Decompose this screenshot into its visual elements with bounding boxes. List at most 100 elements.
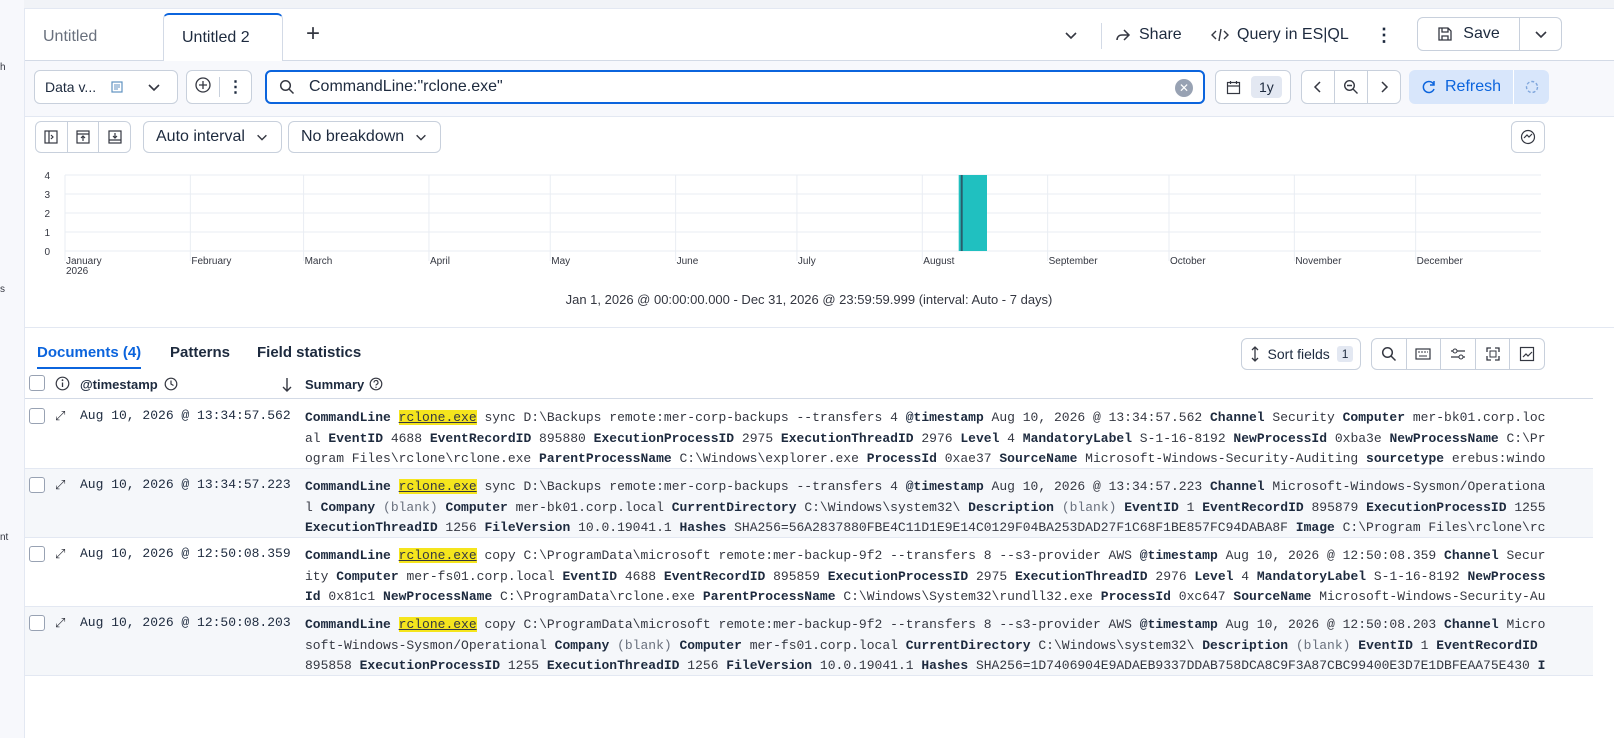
field-name: EventID: [1358, 637, 1413, 653]
sort-fields-button[interactable]: Sort fields 1: [1241, 338, 1361, 370]
chart-add-icon[interactable]: [1510, 339, 1544, 369]
row-checkbox[interactable]: [29, 615, 45, 631]
next-time-button[interactable]: [1368, 71, 1400, 103]
field-value: 10.0.19041.1: [812, 658, 922, 673]
field-value: 895858: [305, 658, 360, 673]
collapse-chart-icon[interactable]: [68, 122, 100, 152]
query-in-esql-button[interactable]: Query in ES|QL: [1211, 19, 1349, 51]
field-name: ProcessId: [866, 451, 937, 466]
add-filter-icon[interactable]: [187, 76, 219, 99]
y-tick-label: 1: [44, 228, 50, 239]
previous-time-button[interactable]: [1302, 71, 1335, 103]
search-input[interactable]: CommandLine:"rclone.exe" ✕: [265, 70, 1205, 104]
table-row[interactable]: ⤢ Aug 10, 2026 @ 13:34:57.562 CommandLine …: [25, 400, 1593, 469]
field-value: [391, 548, 399, 563]
time-range-text: Jan 1, 2026 @ 00:00:00.000 - Dec 31, 202…: [565, 292, 1053, 307]
keyboard-icon[interactable]: [1407, 339, 1442, 369]
interval-label: Auto interval: [156, 128, 245, 145]
save-button[interactable]: Save: [1418, 18, 1520, 50]
blank-value: (blank): [1295, 637, 1351, 653]
expand-row-icon[interactable]: ⤢: [55, 615, 65, 631]
histogram-bar[interactable]: [958, 175, 987, 251]
tab-field-statistics[interactable]: Field statistics: [257, 344, 361, 361]
tab-documents[interactable]: Documents (4): [37, 344, 142, 369]
data-view-picker[interactable]: Data v...: [34, 70, 178, 104]
x-tick-label: August: [923, 256, 954, 267]
field-value: 0x81c1: [320, 589, 384, 604]
search-highlight: rclone.exe: [398, 548, 477, 563]
field-value: C:\Windows\system32\: [1030, 637, 1203, 653]
field-name: EventID: [328, 430, 384, 446]
discover-panel: Untitled Untitled 2 + Share Query in ES|…: [24, 8, 1614, 738]
expand-row-icon[interactable]: ⤢: [55, 477, 65, 493]
field-value: 1: [1178, 499, 1203, 515]
query-menu-icon[interactable]: ⋮: [218, 77, 251, 97]
y-tick-label: 4: [44, 171, 50, 182]
auto-refresh-icon: [1525, 80, 1538, 94]
tab-untitled[interactable]: Untitled: [25, 13, 115, 61]
field-name: CurrentDirectory: [671, 499, 797, 515]
more-options-icon[interactable]: ⋮: [1375, 19, 1393, 51]
field-name: Computer: [679, 637, 742, 653]
chart-options-button[interactable]: [1511, 121, 1545, 153]
clear-search-icon[interactable]: ✕: [1175, 79, 1193, 97]
field-name: CommandLine: [305, 479, 391, 494]
toggle-sidebar-icon[interactable]: [36, 122, 68, 152]
search-icon[interactable]: [1372, 339, 1407, 369]
share-button[interactable]: Share: [1115, 19, 1182, 51]
field-value: Aug 10, 2026 @ 13:34:57.223: [983, 479, 1210, 494]
zoom-out-icon: [1343, 79, 1358, 94]
field-value: mer-fs01.corp.local: [398, 568, 563, 584]
expand-chart-icon[interactable]: [99, 122, 130, 152]
auto-refresh-button[interactable]: [1513, 70, 1549, 104]
field-value: Aug 10, 2026 @ 12:50:08.203: [1217, 617, 1445, 632]
refresh-button[interactable]: Refresh: [1409, 78, 1513, 96]
summary-column-header[interactable]: Summary: [305, 377, 364, 392]
table-row[interactable]: ⤢ Aug 10, 2026 @ 13:34:57.223 CommandLine …: [25, 469, 1593, 538]
field-name: ExecutionThreadID: [546, 658, 680, 673]
tab-patterns[interactable]: Patterns: [170, 344, 230, 361]
row-checkbox[interactable]: [29, 408, 45, 424]
field-value: [391, 410, 399, 425]
sort-descending-icon[interactable]: [281, 377, 293, 393]
field-name: sourcetype: [1366, 451, 1445, 466]
tabs-menu-button[interactable]: [1063, 19, 1079, 51]
date-quick-select[interactable]: 1y: [1215, 70, 1291, 104]
select-all-checkbox[interactable]: [29, 375, 45, 391]
row-checkbox[interactable]: [29, 546, 45, 562]
interval-dropdown[interactable]: Auto interval: [143, 121, 282, 153]
sort-count-badge: 1: [1336, 346, 1354, 362]
row-checkbox[interactable]: [29, 477, 45, 493]
row-summary: CommandLine rclone.exe copy C:\ProgramDa…: [305, 546, 1548, 606]
field-name: NewProcessName: [1389, 430, 1499, 446]
field-value: 4: [1233, 568, 1257, 584]
x-tick-label: September: [1049, 256, 1099, 267]
time-range-pill: 1y: [1251, 76, 1282, 98]
field-value: 1256: [437, 520, 485, 535]
clock-icon: [164, 377, 178, 391]
field-name: EventID: [562, 568, 618, 584]
save-options-button[interactable]: [1520, 26, 1561, 42]
chevron-down-icon: [1065, 32, 1077, 40]
search-highlight: rclone.exe: [398, 410, 477, 425]
tab-untitled-2[interactable]: Untitled 2: [163, 13, 283, 62]
field-value: S-1-16-8192: [1366, 568, 1468, 584]
zoom-out-button[interactable]: [1335, 71, 1368, 103]
rail-text: h: [0, 62, 6, 73]
row-summary: CommandLine rclone.exe copy C:\ProgramDa…: [305, 615, 1548, 675]
expand-row-icon[interactable]: ⤢: [55, 546, 65, 562]
field-name: @timestamp: [905, 479, 984, 494]
field-name: ExecutionThreadID: [305, 520, 438, 535]
timestamp-column-header[interactable]: @timestamp: [80, 377, 158, 392]
table-row[interactable]: ⤢ Aug 10, 2026 @ 12:50:08.203 CommandLine …: [25, 607, 1593, 676]
chevron-down-icon: [416, 134, 427, 141]
expand-row-icon[interactable]: ⤢: [55, 408, 65, 424]
add-tab-button[interactable]: +: [301, 22, 325, 47]
field-name: MandatoryLabel: [1022, 430, 1132, 446]
display-settings-icon[interactable]: [1441, 339, 1476, 369]
table-row[interactable]: ⤢ Aug 10, 2026 @ 12:50:08.359 CommandLine …: [25, 538, 1593, 607]
row-timestamp: Aug 10, 2026 @ 13:34:57.223: [80, 477, 291, 492]
fullscreen-icon[interactable]: [1476, 339, 1511, 369]
histogram-svg: 01234January2026February March April May Jun…: [44, 171, 1541, 277]
breakdown-dropdown[interactable]: No breakdown: [288, 121, 442, 153]
